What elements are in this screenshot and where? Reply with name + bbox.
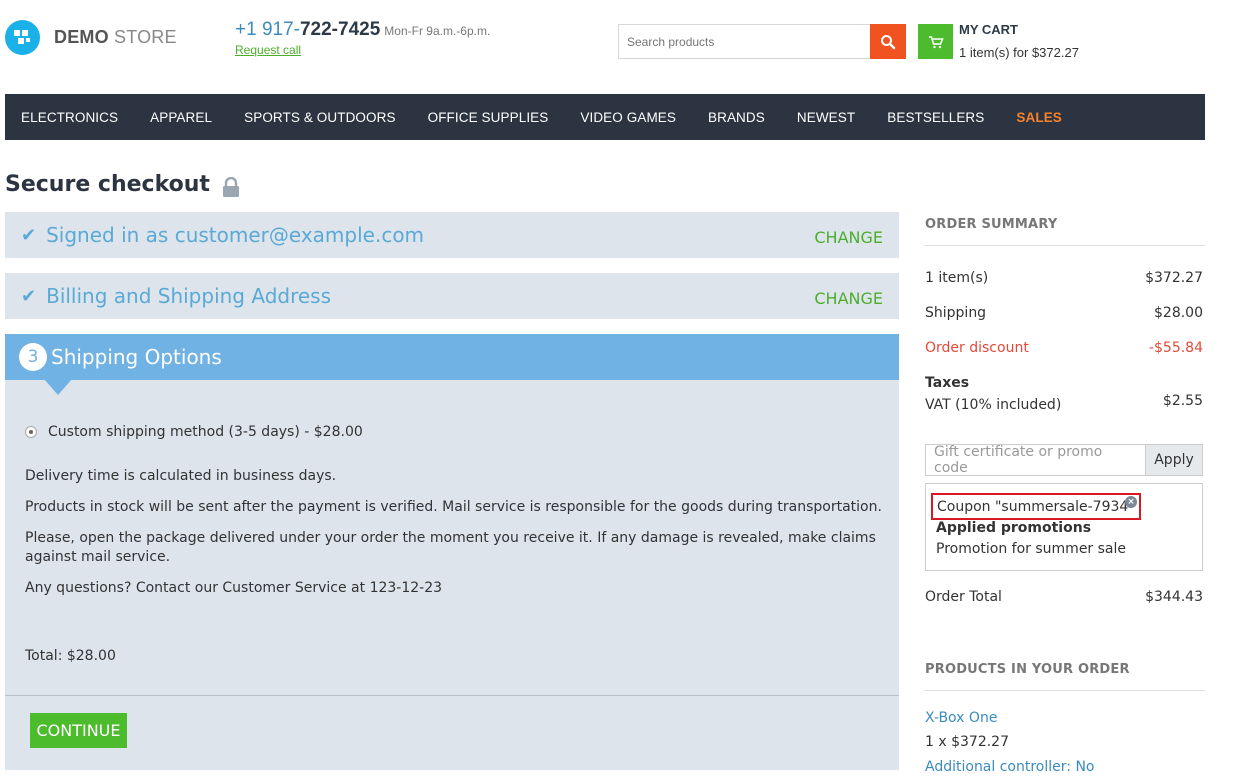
step-signed-in-title: Signed in as customer@example.com [46,223,425,247]
nav-video-games[interactable]: VIDEO GAMES [580,110,676,125]
promo-code-input[interactable]: Gift certificate or promo code [925,444,1145,476]
check-icon: ✔ [21,285,37,307]
cart-button[interactable] [918,24,953,59]
applied-promotions-heading: Applied promotions [936,520,1092,536]
phone-hours: Mon-Fr 9a.m.-6p.m. [384,24,491,38]
change-signin-button[interactable]: CHANGE [814,228,883,247]
nav-sports-outdoors[interactable]: SPORTS & OUTDOORS [244,110,395,125]
shipping-total: Total: $28.00 [25,648,116,664]
nav-electronics[interactable]: ELECTRONICS [21,110,118,125]
product-quantity: 1 x $372.27 [925,734,1009,750]
lock-icon [222,176,239,197]
shipping-method-option[interactable]: Custom shipping method (3-5 days) - $28.… [25,424,363,440]
continue-button[interactable]: CONTINUE [30,713,127,748]
logo-text: DEMO STORE [54,27,177,47]
remove-coupon-icon[interactable]: × [1125,496,1137,508]
promotion-name: Promotion for summer sale [936,541,1127,557]
applied-promotions-box: Coupon "summersale-7934" × Applied promo… [925,483,1203,571]
step-pointer [44,379,72,395]
nav-sales[interactable]: SALES [1016,110,1062,125]
taxes-heading: Taxes [925,375,970,391]
divider [925,245,1205,246]
order-summary-heading: ORDER SUMMARY [925,217,1058,232]
nav-brands[interactable]: BRANDS [708,110,765,125]
change-address-button[interactable]: CHANGE [814,289,883,308]
shipping-options-body: Custom shipping method (3-5 days) - $28.… [5,380,899,770]
divider [5,695,899,696]
order-total-row: Order Total $344.43 [925,589,1203,605]
delivery-note: Delivery time is calculated in business … [25,468,337,484]
shipping-method-label: Custom shipping method (3-5 days) - $28.… [48,424,363,440]
cart-summary: 1 item(s) for $372.27 [959,45,1079,60]
delivery-note: Please, open the package delivered under… [25,530,876,565]
summary-shipping-row: Shipping $28.00 [925,305,1203,321]
step-billing-title: Billing and Shipping Address [46,284,332,308]
apply-promo-button[interactable]: Apply [1145,444,1203,476]
coupon-code: Coupon "summersale-7934" [931,493,1141,520]
phone-number: +1 917-722-7425 Mon-Fr 9a.m.-6p.m. [235,19,491,40]
summary-vat-row: VAT (10% included) $2.55 [925,393,1203,413]
nav-newest[interactable]: NEWEST [797,110,855,125]
shipping-method-radio[interactable] [25,426,37,438]
request-call-link[interactable]: Request call [235,43,301,57]
divider [925,690,1205,691]
check-icon: ✔ [21,224,37,246]
store-logo[interactable]: DEMO STORE [5,20,177,55]
search-icon [881,34,896,49]
search-button[interactable] [870,24,906,59]
summary-discount-row: Order discount -$55.84 [925,340,1203,356]
promo-form: Gift certificate or promo code Apply [925,444,1203,476]
main-nav: ELECTRONICS APPAREL SPORTS & OUTDOORS OF… [5,94,1205,140]
delivery-note: Products in stock will be sent after the… [25,499,882,515]
page-title: Secure checkout [5,172,240,197]
products-heading: PRODUCTS IN YOUR ORDER [925,662,1130,677]
step-number: 3 [19,343,47,371]
nav-apparel[interactable]: APPAREL [150,110,212,125]
product-name-link[interactable]: X-Box One [925,710,997,726]
search-bar [618,24,906,59]
logo-icon [5,20,40,55]
step-shipping-options: 3 Shipping Options [5,334,899,380]
nav-bestsellers[interactable]: BESTSELLERS [887,110,984,125]
step-shipping-title: Shipping Options [51,345,222,369]
nav-office-supplies[interactable]: OFFICE SUPPLIES [428,110,549,125]
step-billing-shipping: ✔ Billing and Shipping Address CHANGE [5,273,899,319]
cart-title[interactable]: MY CART [959,22,1018,37]
cart-icon [928,35,944,48]
step-signed-in: ✔ Signed in as customer@example.com CHAN… [5,212,899,258]
summary-items-row: 1 item(s) $372.27 [925,270,1203,286]
delivery-note: Any questions? Contact our Customer Serv… [25,580,443,596]
product-option[interactable]: Additional controller: No [925,759,1094,775]
search-input[interactable] [618,24,870,59]
